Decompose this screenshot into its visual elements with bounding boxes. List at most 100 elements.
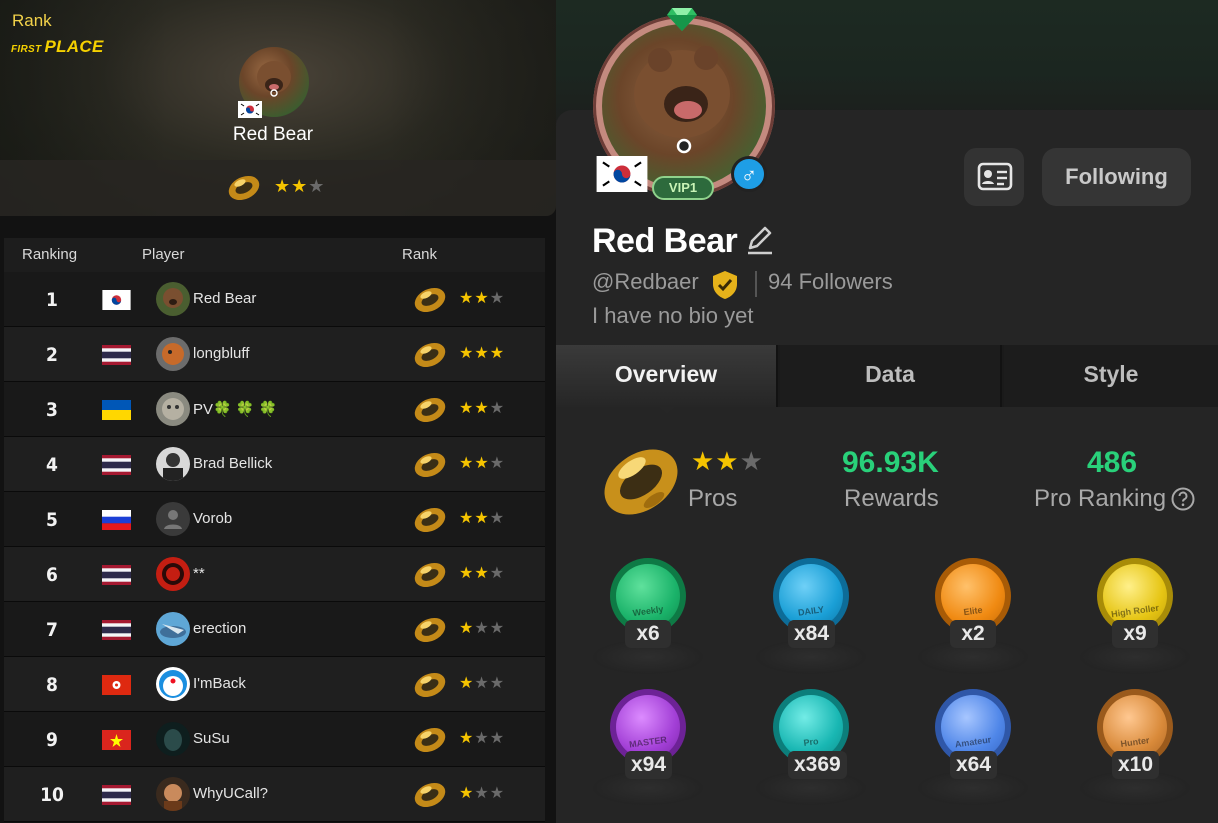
first-place-label: FIRST PLACE <box>11 37 104 56</box>
pro-ranking-value: 486 <box>1087 446 1138 479</box>
table-row[interactable]: 1 Red Bear ★★★ <box>4 272 545 327</box>
row-rank: 3 <box>46 399 58 421</box>
table-row[interactable]: 9 SuSu ★★★ <box>4 712 545 767</box>
col-rank: Rank <box>402 246 438 263</box>
medal-count: x2 <box>950 620 996 648</box>
player-avatar[interactable] <box>156 282 190 316</box>
vip-badge: VIP1 <box>652 176 714 200</box>
default-avatar-icon[interactable] <box>156 502 190 536</box>
pros-rank-ring-icon <box>596 430 686 525</box>
medal-count: x6 <box>625 620 671 648</box>
player-name[interactable]: Brad Bellick <box>193 455 272 472</box>
table-row[interactable]: 8 I'mBack ★★★ <box>4 657 545 712</box>
player-name[interactable]: erection <box>193 620 246 637</box>
gold-ring-icon <box>412 393 448 425</box>
thailand-flag-icon <box>102 565 131 585</box>
gold-ring-icon <box>412 448 448 480</box>
player-avatar[interactable] <box>156 337 190 371</box>
player-avatar[interactable] <box>156 392 190 426</box>
medal-count: x369 <box>788 751 847 779</box>
weekly-medal[interactable]: Weekly x6 <box>593 558 703 674</box>
id-card-button[interactable] <box>964 148 1024 206</box>
leaderboard-header: Ranking Player Rank <box>4 238 545 272</box>
active-tab-indicator <box>657 405 677 414</box>
profile-tabs: Overview Data Style <box>556 345 1218 407</box>
row-rank: 9 <box>46 729 58 751</box>
medal-count: x9 <box>1112 620 1158 648</box>
high-roller-medal[interactable]: High Roller x9 <box>1080 558 1190 674</box>
korea-flag-icon <box>238 101 262 118</box>
rank-stars: ★★★ <box>459 510 506 527</box>
ukraine-flag-icon <box>102 400 131 420</box>
master-medal[interactable]: MASTER x94 <box>593 689 703 805</box>
player-name[interactable]: SuSu <box>193 730 230 747</box>
rank-stars: ★★★ <box>459 400 506 417</box>
row-rank: 5 <box>46 509 58 531</box>
tab-data[interactable]: Data <box>780 345 1002 407</box>
hong-kong-flag-icon <box>102 675 131 695</box>
row-rank: 1 <box>46 289 58 311</box>
profile-panel: VIP1 ♂ Following Red Bear @Redbaer 94 Fo… <box>556 0 1218 823</box>
thailand-flag-icon <box>102 620 131 640</box>
gold-ring-icon <box>412 778 448 810</box>
player-avatar[interactable] <box>156 447 190 481</box>
russia-flag-icon <box>102 510 131 530</box>
gold-ring-icon <box>412 558 448 590</box>
table-row[interactable]: 5 Vorob ★★★ <box>4 492 545 547</box>
amateur-medal[interactable]: Amateur x64 <box>918 689 1028 805</box>
medal-count: x10 <box>1112 751 1160 779</box>
tab-style[interactable]: Style <box>1004 345 1218 407</box>
gold-ring-icon <box>412 283 448 315</box>
table-row[interactable]: 2 longbluff ★★★ <box>4 327 545 382</box>
table-row[interactable]: 7 erection ★★★ <box>4 602 545 657</box>
player-avatar[interactable] <box>156 612 190 646</box>
row-rank: 10 <box>40 784 64 806</box>
pros-label: Pros <box>688 485 738 512</box>
player-name[interactable]: I'mBack <box>193 675 246 692</box>
player-avatar[interactable] <box>156 722 190 756</box>
player-name[interactable]: Vorob <box>193 510 232 527</box>
gold-ring-icon <box>412 723 448 755</box>
tab-overview[interactable]: Overview <box>556 345 778 407</box>
row-rank: 8 <box>46 674 58 696</box>
table-row[interactable]: 10 WhyUCall? ★★★ <box>4 767 545 822</box>
first-place-name[interactable]: Red Bear <box>0 124 546 146</box>
profile-bio: I have no bio yet <box>592 303 754 328</box>
gold-ring-icon <box>226 172 262 202</box>
player-name[interactable]: PV🍀 🍀 🍀 <box>193 400 277 418</box>
thailand-flag-icon <box>102 455 131 475</box>
gold-ring-icon <box>412 338 448 370</box>
elite-medal[interactable]: Elite x2 <box>918 558 1028 674</box>
row-rank: 2 <box>46 344 58 366</box>
following-button[interactable]: Following <box>1042 148 1191 206</box>
player-avatar[interactable] <box>156 667 190 701</box>
pro-medal[interactable]: Pro x369 <box>756 689 866 805</box>
daily-medal[interactable]: DAILY x84 <box>756 558 866 674</box>
row-rank: 4 <box>46 454 58 476</box>
verified-shield-icon <box>709 269 741 301</box>
player-name[interactable]: Red Bear <box>193 290 256 307</box>
help-circle-icon[interactable] <box>1170 486 1196 512</box>
table-row[interactable]: 3 PV🍀 🍀 🍀 ★★★ <box>4 382 545 437</box>
medal-count: x94 <box>625 751 673 779</box>
pros-stars: ★★★ <box>691 446 764 476</box>
medal-count: x84 <box>788 620 836 648</box>
rank-stars: ★★★ <box>459 290 506 307</box>
rank-stars: ★★★ <box>459 620 506 637</box>
edit-icon[interactable] <box>744 224 776 256</box>
followers-count[interactable]: 94 Followers <box>768 269 893 295</box>
player-name[interactable]: WhyUCall? <box>193 785 268 802</box>
leaderboard-rows: 1 Red Bear ★★★ 2 longbluff ★★★ 3 PV🍀 🍀 🍀… <box>4 272 545 822</box>
gold-ring-icon <box>412 668 448 700</box>
emerald-gem-icon <box>666 6 698 32</box>
rewards-label: Rewards <box>844 485 939 512</box>
player-avatar[interactable] <box>156 557 190 591</box>
player-name[interactable]: ** <box>193 565 205 582</box>
rewards-value: 96.93K <box>842 446 939 479</box>
hunter-medal[interactable]: Hunter x10 <box>1080 689 1190 805</box>
player-name[interactable]: longbluff <box>193 345 249 362</box>
table-row[interactable]: 6 ** ★★★ <box>4 547 545 602</box>
player-avatar[interactable] <box>156 777 190 811</box>
table-row[interactable]: 4 Brad Bellick ★★★ <box>4 437 545 492</box>
korea-flag-icon <box>102 290 131 310</box>
